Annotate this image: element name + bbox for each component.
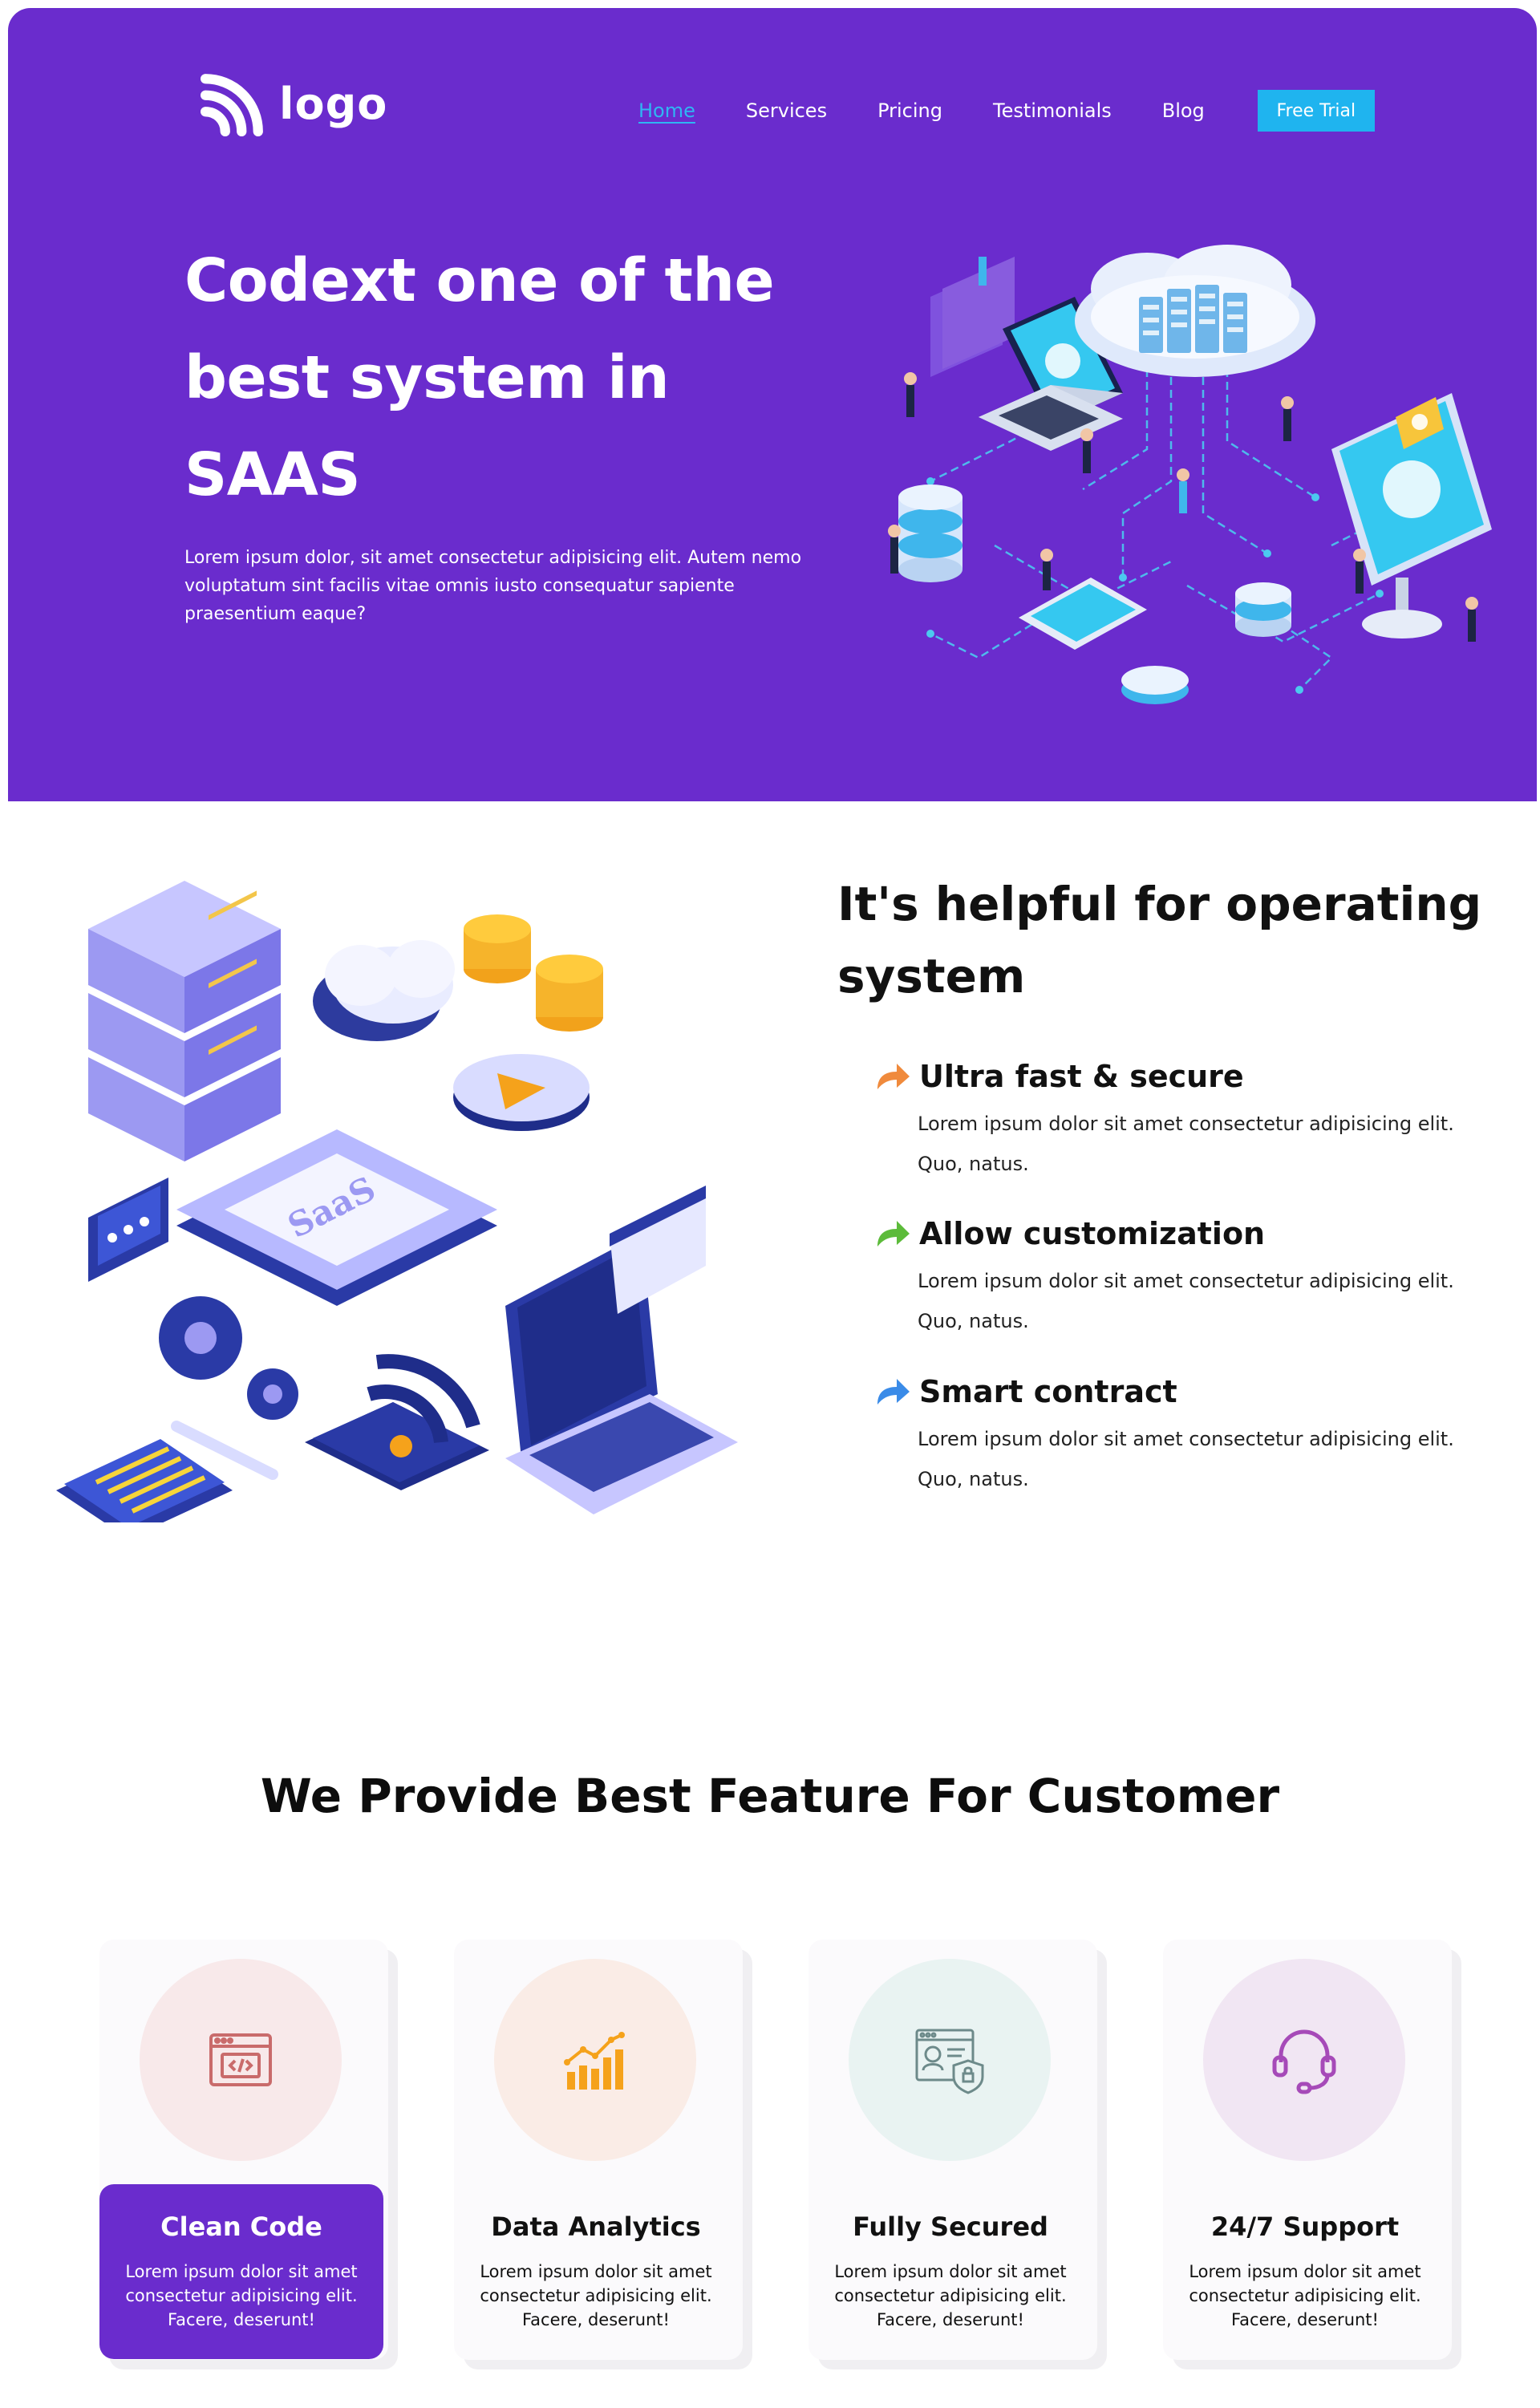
- about-title: It's helpful for operating system: [837, 868, 1495, 1012]
- nav-home-link[interactable]: Home: [638, 99, 695, 122]
- benefit-text: Lorem ipsum dolor sit amet consectetur a…: [918, 1270, 1454, 1332]
- feature-icon-circle: [1203, 1959, 1405, 2161]
- benefit-text: Lorem ipsum dolor sit amet consectetur a…: [918, 1113, 1454, 1175]
- feature-text: Lorem ipsum dolor sit amet consectetur a…: [1189, 2262, 1421, 2329]
- benefit-title: Smart contract: [919, 1374, 1177, 1409]
- cloud-network-illustration: [888, 245, 1492, 704]
- code-window-icon: [209, 2033, 272, 2086]
- feature-text: Lorem ipsum dolor sit amet consectetur a…: [125, 2262, 358, 2329]
- hero-section: logo Home Services Pricing Testimonials …: [8, 8, 1537, 801]
- arrow-icon: [877, 1221, 910, 1247]
- benefit-item: Allow customization Lorem ipsum dolor si…: [874, 1216, 1516, 1341]
- hero-title-line: Codext one of the: [184, 246, 775, 315]
- feature-card-body: Clean Code Lorem ipsum dolor sit amet co…: [99, 2184, 383, 2359]
- hero-title-line: best system in: [184, 343, 670, 412]
- hero-title: Codext one of the best system in SAAS: [184, 233, 842, 524]
- benefit-title: Allow customization: [919, 1216, 1266, 1251]
- saas-isometric-illustration: SaaS: [56, 881, 738, 1522]
- feature-card-data-analytics[interactable]: Data Analytics Lorem ipsum dolor sit ame…: [454, 1940, 743, 2360]
- feature-card-body: Data Analytics Lorem ipsum dolor sit ame…: [454, 2184, 738, 2359]
- feature-text: Lorem ipsum dolor sit amet consectetur a…: [480, 2262, 712, 2329]
- feature-icon-circle: [494, 1959, 696, 2161]
- logo-mark-icon: [201, 74, 263, 136]
- nav-blog-link[interactable]: Blog: [1162, 99, 1205, 122]
- feature-card-fully-secured[interactable]: Fully Secured Lorem ipsum dolor sit amet…: [808, 1940, 1097, 2360]
- benefit-item: Ultra fast & secure Lorem ipsum dolor si…: [874, 1059, 1516, 1184]
- feature-icon-circle: [140, 1959, 342, 2161]
- free-trial-button[interactable]: Free Trial: [1257, 90, 1375, 132]
- feature-text: Lorem ipsum dolor sit amet consectetur a…: [834, 2262, 1067, 2329]
- arrow-icon: [877, 1379, 910, 1405]
- logo[interactable]: logo: [201, 71, 387, 136]
- nav-pricing-link[interactable]: Pricing: [877, 99, 942, 122]
- nav-testimonials-link[interactable]: Testimonials: [993, 99, 1112, 122]
- arrow-icon: [877, 1064, 910, 1089]
- feature-card-clean-code[interactable]: Clean Code Lorem ipsum dolor sit amet co…: [99, 1940, 388, 2360]
- benefit-title: Ultra fast & secure: [919, 1059, 1244, 1094]
- logo-text: logo: [279, 78, 388, 129]
- features-title: We Provide Best Feature For Customer: [260, 1769, 1280, 1823]
- feature-icon-circle: [849, 1959, 1051, 2161]
- feature-title: 24/7 Support: [1210, 2211, 1400, 2242]
- hero-description: Lorem ipsum dolor, sit amet consectetur …: [184, 548, 802, 624]
- headset-icon: [1272, 2029, 1336, 2094]
- main-nav: Home Services Pricing Testimonials Blog …: [638, 90, 1375, 132]
- hero-title-line: SAAS: [184, 440, 361, 509]
- about-title-line: system: [837, 949, 1026, 1003]
- feature-title: Data Analytics: [491, 2211, 701, 2242]
- feature-card-support[interactable]: 24/7 Support Lorem ipsum dolor sit amet …: [1163, 1940, 1452, 2360]
- feature-card-body: Fully Secured Lorem ipsum dolor sit amet…: [808, 2184, 1092, 2359]
- feature-card-body: 24/7 Support Lorem ipsum dolor sit amet …: [1163, 2184, 1447, 2359]
- nav-services-link[interactable]: Services: [746, 99, 827, 122]
- secure-profile-icon: [915, 2029, 984, 2094]
- about-title-line: It's helpful for operating: [837, 877, 1482, 931]
- feature-title: Fully Secured: [853, 2211, 1048, 2242]
- benefit-text: Lorem ipsum dolor sit amet consectetur a…: [918, 1428, 1454, 1490]
- bar-chart-icon: [564, 2032, 625, 2090]
- feature-title: Clean Code: [160, 2211, 322, 2242]
- benefit-item: Smart contract Lorem ipsum dolor sit ame…: [874, 1374, 1516, 1499]
